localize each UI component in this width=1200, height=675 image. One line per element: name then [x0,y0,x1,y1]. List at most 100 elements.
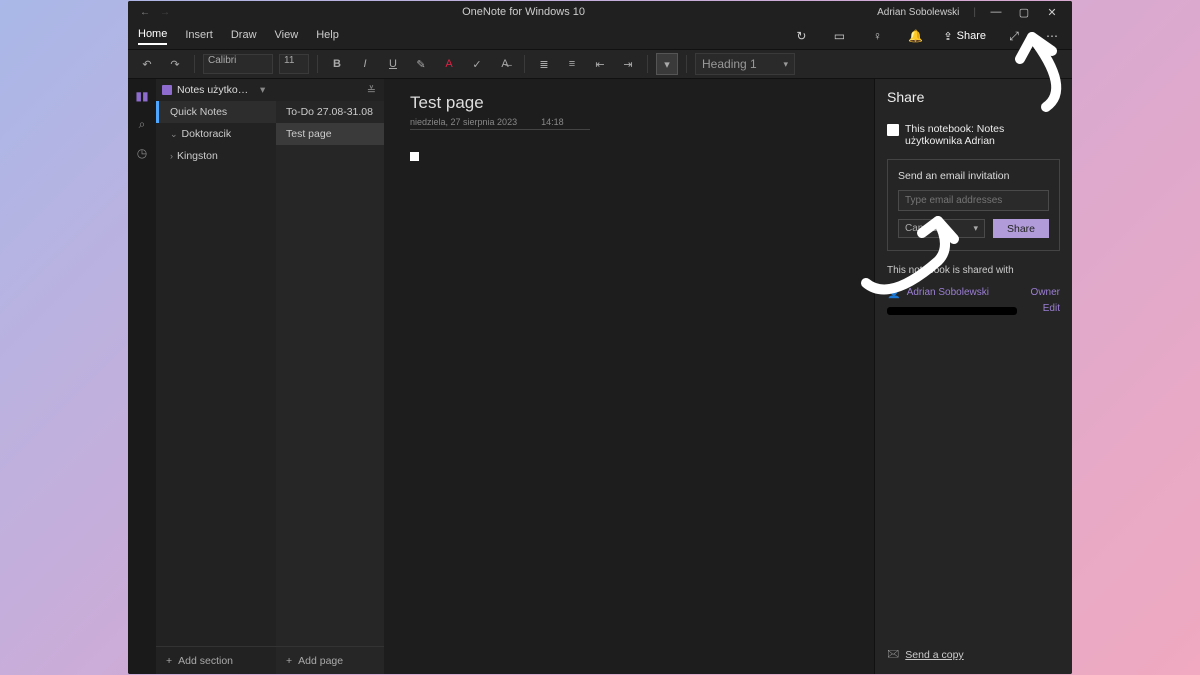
redacted-content [887,307,1017,315]
title-bar: ← → OneNote for Windows 10 Adrian Sobole… [128,1,1072,23]
ribbon: ↶ ↷ Calibri 11 B I U ✎ A ✓ A̶ ≣ ≡ ⇤ ⇥ ▾ … [128,49,1072,79]
share-footer: 🖂 Send a copy [887,646,1060,664]
plus-icon: + [286,655,292,667]
share-label: Share [957,30,986,42]
italic-icon[interactable]: I [354,53,376,75]
idea-icon[interactable]: ♀ [867,29,887,43]
style-picker[interactable]: Heading 1 ▾ [695,53,795,75]
section-item-kingston[interactable]: › Kingston [156,145,276,167]
divider [317,55,318,73]
sync-icon[interactable]: ↻ [791,29,811,43]
chevron-down-icon: ▾ [783,59,788,70]
redo-icon[interactable]: ↷ [164,53,186,75]
add-section-label: Add section [178,655,233,667]
tab-view[interactable]: View [275,29,299,44]
share-submit-button[interactable]: Share [993,219,1049,238]
font-size-select[interactable]: 11 [279,54,309,74]
highlight-icon[interactable]: ✎ [410,53,432,75]
more-icon[interactable]: ⋯ [1042,29,1062,43]
section-label: Quick Notes [170,106,227,118]
share-pane: Share This notebook: Notes użytkownika A… [874,79,1072,674]
invite-label: Send an email invitation [898,170,1049,182]
bold-icon[interactable]: B [326,53,348,75]
pages-panel: ≚ To-Do 27.08-31.08 Test page + Add page [276,79,384,674]
section-item-doktoracik[interactable]: ⌄ Doktoracik [156,123,276,145]
divider [647,55,648,73]
notification-icon[interactable]: 🔔 [905,29,925,43]
style-label: Heading 1 [702,57,757,71]
chevron-down-icon: ▾ [260,84,265,96]
undo-icon[interactable]: ↶ [136,53,158,75]
underline-icon[interactable]: U [382,53,404,75]
edit-link[interactable]: Edit [1043,303,1060,314]
invite-box: Send an email invitation Can edit ▾ Shar… [887,159,1060,251]
email-input[interactable] [898,190,1049,211]
notebook-icon [887,124,899,136]
page-canvas[interactable]: Test page niedziela, 27 sierpnia 2023 14… [384,79,874,674]
font-color-icon[interactable]: A [438,53,460,75]
chevron-down-icon: ▾ [973,223,978,234]
content-area: ▮▮ ⌕ ◷ Notes użytkownika Adrian ▾ Quick … [128,79,1072,674]
fullscreen-icon[interactable]: ⤢ [1004,29,1024,44]
menu-row: Home Insert Draw View Help ↻ ▭ ♀ 🔔 ⇪ Sha… [128,23,1072,49]
tag-icon[interactable]: ▾ [656,53,678,75]
notebook-picker[interactable]: Notes użytkownika Adrian ▾ [156,79,271,101]
font-name-select[interactable]: Calibri [203,54,273,74]
section-label: Kingston [177,150,218,162]
share-pane-title: Share [887,89,1060,105]
notebooks-icon[interactable]: ▮▮ [135,89,148,103]
page-title[interactable]: Test page [410,93,848,113]
app-window: ← → OneNote for Windows 10 Adrian Sobole… [128,1,1072,674]
close-button[interactable]: ✕ [1038,6,1066,19]
tab-insert[interactable]: Insert [185,29,213,44]
tab-help[interactable]: Help [316,29,339,44]
search-icon[interactable]: ⌕ [139,117,146,132]
notebook-icon [162,85,172,95]
section-list: Quick Notes ⌄ Doktoracik › Kingston [156,101,276,646]
chevron-right-icon: › [170,151,173,161]
share-button[interactable]: ⇪ Share [943,30,986,43]
recent-icon[interactable]: ◷ [137,146,147,160]
app-title: OneNote for Windows 10 [170,6,877,18]
section-item-quick-notes[interactable]: Quick Notes [156,101,276,123]
divider [686,55,687,73]
maximize-button[interactable]: ▢ [1010,6,1038,19]
page-item-test[interactable]: Test page [276,123,384,145]
forward-icon[interactable]: → [160,7,170,18]
person-icon: 👤 [887,286,901,299]
section-label: Doktoracik [182,128,232,140]
page-date: niedziela, 27 sierpnia 2023 [410,117,517,127]
minimize-button[interactable]: — [982,6,1010,18]
user-name-label[interactable]: Adrian Sobolewski [877,7,959,18]
page-label: Test page [286,128,332,140]
numbering-icon[interactable]: ≡ [561,53,583,75]
permission-select[interactable]: Can edit ▾ [898,219,985,238]
add-page-button[interactable]: + Add page [276,646,384,674]
plus-icon: + [166,655,172,667]
add-page-label: Add page [298,655,343,667]
back-icon[interactable]: ← [140,7,150,18]
send-copy-link[interactable]: Send a copy [905,649,963,661]
shared-person-row[interactable]: 👤 Adrian Sobolewski Owner [887,286,1060,299]
page-meta: niedziela, 27 sierpnia 2023 14:18 [410,117,590,130]
send-copy-icon: 🖂 [887,646,899,664]
indent-icon[interactable]: ⇥ [617,53,639,75]
format-painter-icon[interactable]: A̶ [494,53,516,75]
tab-draw[interactable]: Draw [231,29,257,44]
tab-home[interactable]: Home [138,28,167,45]
page-label: To-Do 27.08-31.08 [286,106,373,118]
clear-format-icon[interactable]: ✓ [466,53,488,75]
separator: | [973,7,976,18]
meeting-icon[interactable]: ▭ [829,29,849,43]
page-list: To-Do 27.08-31.08 Test page [276,101,384,646]
share-notebook-label: This notebook: Notes użytkownika Adrian [905,123,1060,147]
person-name: Adrian Sobolewski [907,287,989,298]
outdent-icon[interactable]: ⇤ [589,53,611,75]
page-item-todo[interactable]: To-Do 27.08-31.08 [276,101,384,123]
add-section-button[interactable]: + Add section [156,646,276,674]
divider [524,55,525,73]
todo-checkbox[interactable] [410,152,419,161]
page-time: 14:18 [541,117,564,127]
bullets-icon[interactable]: ≣ [533,53,555,75]
sort-icon[interactable]: ≚ [367,84,384,97]
